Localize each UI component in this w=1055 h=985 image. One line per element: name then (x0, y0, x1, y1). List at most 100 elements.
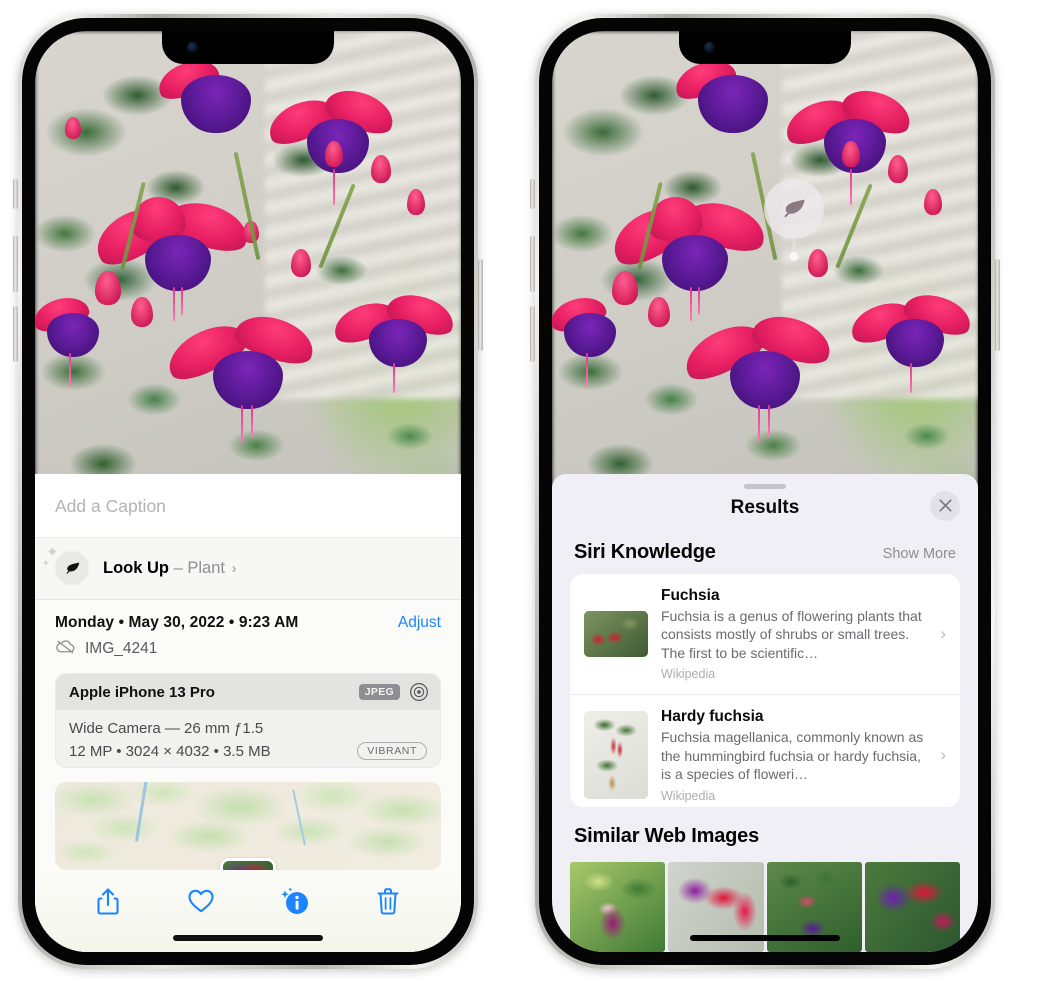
knowledge-source: Wikipedia (661, 667, 716, 682)
flower-bud (371, 155, 391, 183)
flower-bud (888, 155, 908, 183)
power-button[interactable] (478, 259, 483, 351)
flower-bud (95, 271, 121, 305)
results-header: Results (552, 489, 978, 523)
photo-info-sheet: Add a Caption ✦ ✦ Look Up – Plant › Mond… (35, 474, 461, 952)
home-indicator[interactable] (173, 935, 323, 941)
chevron-right-icon: › (231, 559, 237, 577)
flower-bud (648, 297, 670, 327)
knowledge-description: Fuchsia is a genus of flowering plants t… (661, 607, 922, 661)
camera-card-header: Apple iPhone 13 Pro JPEG (56, 674, 440, 710)
knowledge-item[interactable]: Fuchsia Fuchsia is a genus of flowering … (570, 574, 960, 694)
siri-knowledge-card: Fuchsia Fuchsia is a genus of flowering … (570, 573, 960, 807)
icloud-slash-icon (55, 639, 76, 659)
location-map-preview[interactable] (55, 781, 441, 870)
adjust-button[interactable]: Adjust (398, 614, 441, 632)
lens-info: Wide Camera — 26 mm ƒ1.5 (69, 720, 264, 737)
trash-icon[interactable] (371, 884, 405, 918)
flower-bud (808, 249, 828, 277)
flower-bud (131, 297, 153, 327)
bloom (552, 283, 656, 393)
bloom (35, 283, 139, 393)
caption-input[interactable]: Add a Caption (35, 474, 461, 538)
bloom (153, 53, 283, 163)
sparkle-icon-small: ✦ (42, 558, 50, 568)
thumb-image (584, 711, 648, 800)
look-up-label: Look Up – Plant › (103, 559, 237, 578)
results-title: Results (730, 496, 800, 518)
look-up-title: Look Up (103, 558, 169, 577)
share-icon[interactable] (91, 884, 125, 918)
iphone-left-device: Add a Caption ✦ ✦ Look Up – Plant › Mond… (13, 14, 483, 969)
siri-knowledge-section-header: Siri Knowledge Show More (552, 523, 978, 574)
camera-info-card: Apple iPhone 13 Pro JPEG Wide Camera — 2… (55, 673, 441, 768)
iphone-right-device: Results Siri Knowledge Show More Fuchsia… (530, 14, 1000, 969)
mute-switch[interactable] (13, 179, 18, 209)
pin-thumbnail (223, 860, 273, 870)
camera-model: Apple iPhone 13 Pro (69, 683, 215, 701)
knowledge-source: Wikipedia (661, 788, 716, 803)
web-image-thumb[interactable] (570, 862, 666, 952)
format-badge: JPEG (358, 684, 400, 700)
knowledge-title: Fuchsia (661, 586, 720, 604)
section-title: Siri Knowledge (574, 540, 716, 563)
photo-filename: IMG_4241 (85, 640, 158, 657)
thumb-image (584, 611, 648, 658)
photo-date: Monday • May 30, 2022 • 9:23 AM (55, 614, 299, 631)
visual-lookup-results-sheet: Results Siri Knowledge Show More Fuchsia… (552, 474, 978, 952)
bloom (846, 287, 978, 399)
look-up-dash: – (173, 558, 183, 577)
metadata-block: Monday • May 30, 2022 • 9:23 AM Adjust I… (35, 600, 461, 659)
iphone-right-bezel: Results Siri Knowledge Show More Fuchsia… (539, 18, 991, 965)
volume-up-button[interactable] (13, 236, 18, 292)
look-up-row[interactable]: ✦ ✦ Look Up – Plant › (35, 538, 461, 600)
info-sparkle-icon[interactable] (278, 884, 312, 918)
knowledge-item[interactable]: Hardy fuchsia Fuchsia magellanica, commo… (570, 694, 960, 807)
close-icon[interactable] (930, 490, 960, 521)
flower-bud (407, 189, 425, 215)
look-up-subject: Plant (187, 558, 225, 577)
notch (679, 31, 851, 64)
screenshot-canvas: Add a Caption ✦ ✦ Look Up – Plant › Mond… (0, 0, 1055, 985)
iphone-left-bezel: Add a Caption ✦ ✦ Look Up – Plant › Mond… (22, 18, 474, 965)
bloom (670, 53, 800, 163)
camera-card-body: Wide Camera — 26 mm ƒ1.5 12 MP • 3024 × … (56, 710, 440, 767)
aperture-icon[interactable] (409, 682, 429, 702)
chevron-right-icon: › (940, 745, 946, 765)
bloom (329, 287, 461, 399)
flower-bud (842, 141, 860, 167)
badge-stem (792, 239, 796, 253)
section-title: Similar Web Images (574, 825, 759, 847)
photographic-style-badge: VIBRANT (357, 742, 427, 760)
front-camera-icon (187, 42, 198, 53)
chevron-right-icon: › (940, 624, 946, 644)
map-photo-pin[interactable] (220, 857, 276, 870)
flower-bud (291, 249, 311, 277)
bloom (160, 307, 325, 443)
show-more-button[interactable]: Show More (883, 546, 956, 562)
knowledge-title: Hardy fuchsia (661, 708, 764, 726)
volume-down-button[interactable] (530, 306, 535, 362)
home-indicator[interactable] (690, 935, 840, 941)
web-image-thumb[interactable] (864, 862, 960, 952)
bloom (677, 307, 842, 443)
image-specs: 12 MP • 3024 × 4032 • 3.5 MB (69, 742, 271, 760)
volume-down-button[interactable] (13, 306, 18, 362)
flower-bud (325, 141, 343, 167)
mute-switch[interactable] (530, 179, 535, 209)
similar-web-images-section-header: Similar Web Images (552, 807, 978, 858)
iphone-right-screen: Results Siri Knowledge Show More Fuchsia… (552, 31, 978, 952)
knowledge-thumbnail (584, 611, 648, 658)
power-button[interactable] (995, 259, 1000, 351)
volume-up-button[interactable] (530, 236, 535, 292)
badge-pointer-dot (789, 252, 799, 261)
flower-bud (612, 271, 638, 305)
knowledge-description: Fuchsia magellanica, commonly known as t… (661, 729, 924, 783)
knowledge-thumbnail (584, 711, 648, 800)
flower-bud (65, 117, 81, 139)
leaf-icon (784, 199, 805, 218)
front-camera-icon (704, 42, 715, 53)
heart-icon[interactable] (184, 884, 218, 918)
plant-lookup-badge[interactable] (764, 179, 824, 261)
iphone-left-screen: Add a Caption ✦ ✦ Look Up – Plant › Mond… (35, 31, 461, 952)
